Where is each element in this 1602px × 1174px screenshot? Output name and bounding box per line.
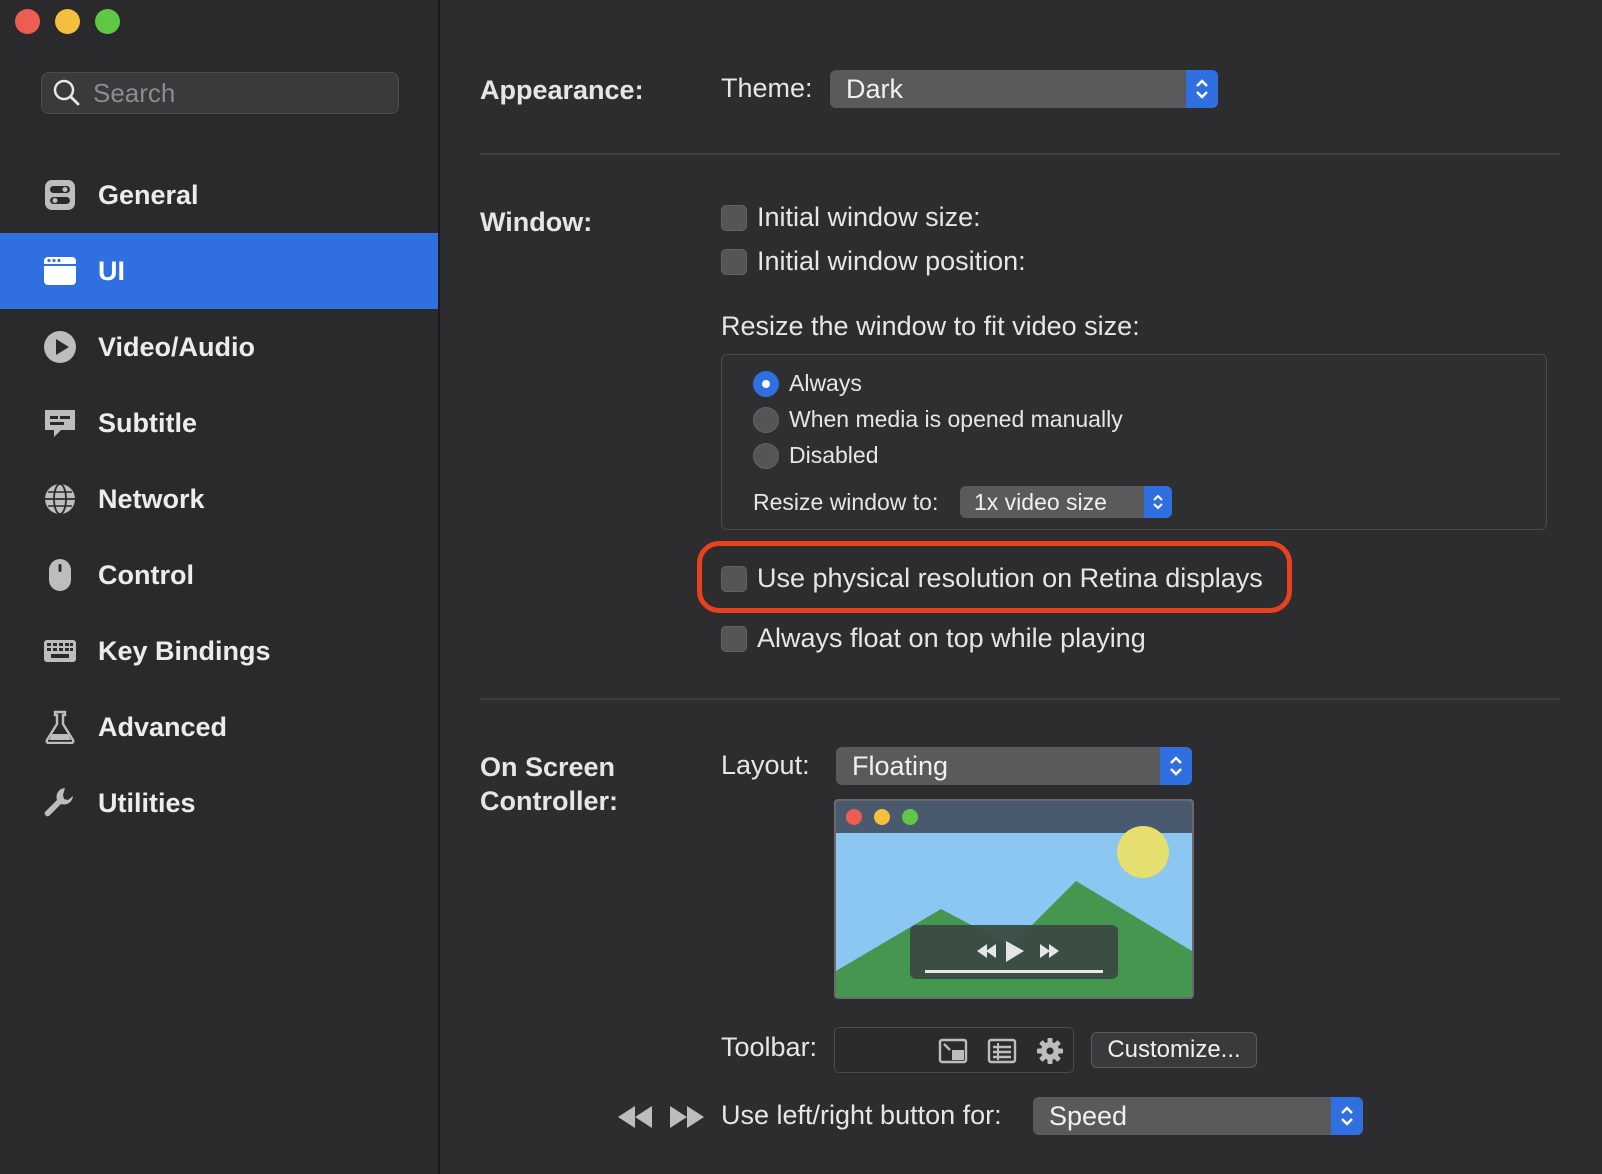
play-icon [42,329,78,365]
sidebar-nav: General UI Video/Audio Subtitle Network … [0,157,438,841]
mouse-icon [42,557,78,593]
leftright-value: Speed [1049,1100,1128,1131]
pip-icon[interactable] [938,1037,968,1070]
chevron-updown-icon [1186,70,1218,108]
radio-always[interactable] [753,370,779,397]
radio-disabled-label: Disabled [789,442,879,468]
sidebar-item-control[interactable]: Control [0,537,438,613]
close-window-button[interactable] [15,9,40,34]
search-icon [53,79,80,106]
sidebar-item-network[interactable]: Network [0,461,438,537]
theme-popup[interactable]: Dark [830,70,1218,108]
search-field[interactable] [41,72,399,114]
leftright-popup[interactable]: Speed [1033,1097,1363,1135]
toggles-icon [42,177,78,213]
sidebar: General UI [0,0,440,1174]
initial-window-size-checkbox[interactable] [721,204,747,231]
sidebar-item-label: Video/Audio [98,331,256,362]
customize-button[interactable]: Customize... [1091,1032,1257,1068]
highlight-annotation [697,541,1292,613]
window-controls [15,9,120,34]
initial-window-size-label: Initial window size: [757,202,981,232]
resize-to-label: Resize window to: [753,489,939,515]
resize-to-popup[interactable]: 1x video size [960,486,1172,518]
sidebar-item-label: Utilities [98,787,196,818]
sidebar-item-key-bindings[interactable]: Key Bindings [0,613,438,689]
resize-to-value: 1x video size [974,488,1107,515]
osc-section-label-line2: Controller: [480,786,618,816]
wrench-icon [42,785,78,821]
rewind-icon [616,1104,654,1135]
sidebar-item-advanced[interactable]: Advanced [0,689,438,765]
minimize-window-button[interactable] [55,9,80,34]
leftright-label: Use left/right button for: [721,1100,1002,1130]
radio-manual-label: When media is opened manually [789,406,1123,432]
sidebar-item-video-audio[interactable]: Video/Audio [0,309,438,385]
radio-always-label: Always [789,370,862,396]
keyboard-icon [42,633,78,669]
sidebar-item-utilities[interactable]: Utilities [0,765,438,841]
toolbar-items-box[interactable] [834,1027,1074,1073]
sidebar-item-label: Network [98,483,205,514]
radio-always-row[interactable]: Always [753,370,862,397]
chevron-updown-icon [1160,747,1192,785]
sidebar-item-subtitle[interactable]: Subtitle [0,385,438,461]
layout-preview-image [834,799,1194,999]
chevron-updown-icon [1144,486,1172,518]
sidebar-item-general[interactable]: General [0,157,438,233]
radio-manual[interactable] [753,406,779,433]
sidebar-item-label: General [98,179,199,210]
toolbar-label: Toolbar: [721,1032,818,1062]
flask-icon [42,709,78,745]
sidebar-item-label: Subtitle [98,407,197,438]
window-section-label: Window: [480,207,593,237]
playlist-icon[interactable] [987,1037,1017,1070]
fast-forward-icon [668,1104,706,1135]
sidebar-item-label: Advanced [98,711,228,742]
initial-window-position-checkbox-row[interactable]: Initial window position: [721,246,1026,277]
osc-section-label: On Screen Controller: [480,750,618,818]
chevron-updown-icon [1331,1097,1363,1135]
section-divider [480,698,1560,700]
sidebar-item-label: UI [98,255,125,286]
radio-manual-row[interactable]: When media is opened manually [753,406,1123,433]
window-icon [42,253,78,289]
sidebar-item-label: Control [98,559,194,590]
appearance-section-label: Appearance: [480,75,644,105]
sidebar-item-label: Key Bindings [98,635,271,666]
zoom-window-button[interactable] [95,9,120,34]
initial-window-position-label: Initial window position: [757,246,1026,276]
section-divider [480,153,1560,155]
osc-section-label-line1: On Screen [480,752,616,782]
float-on-top-label: Always float on top while playing [757,623,1146,653]
layout-popup[interactable]: Floating [836,747,1192,785]
initial-window-position-checkbox[interactable] [721,248,747,275]
resize-options-box: Always When media is opened manually Dis… [721,354,1547,530]
settings-pane: Appearance: Theme: Dark Window: Initial … [440,0,1602,1174]
radio-disabled-row[interactable]: Disabled [753,442,879,469]
float-on-top-checkbox[interactable] [721,625,747,652]
radio-disabled[interactable] [753,442,779,469]
initial-window-size-checkbox-row[interactable]: Initial window size: [721,202,981,233]
layout-value: Floating [852,750,949,781]
preferences-window: General UI [0,0,1602,1174]
theme-label: Theme: [721,73,813,103]
gear-icon[interactable] [1035,1037,1065,1070]
float-on-top-checkbox-row[interactable]: Always float on top while playing [721,623,1146,654]
theme-value: Dark [846,73,904,104]
resize-heading: Resize the window to fit video size: [721,311,1140,341]
layout-label: Layout: [721,750,810,780]
globe-icon [42,481,78,517]
subtitle-icon [42,405,78,441]
sidebar-item-ui[interactable]: UI [0,233,438,309]
search-input[interactable] [91,76,385,110]
